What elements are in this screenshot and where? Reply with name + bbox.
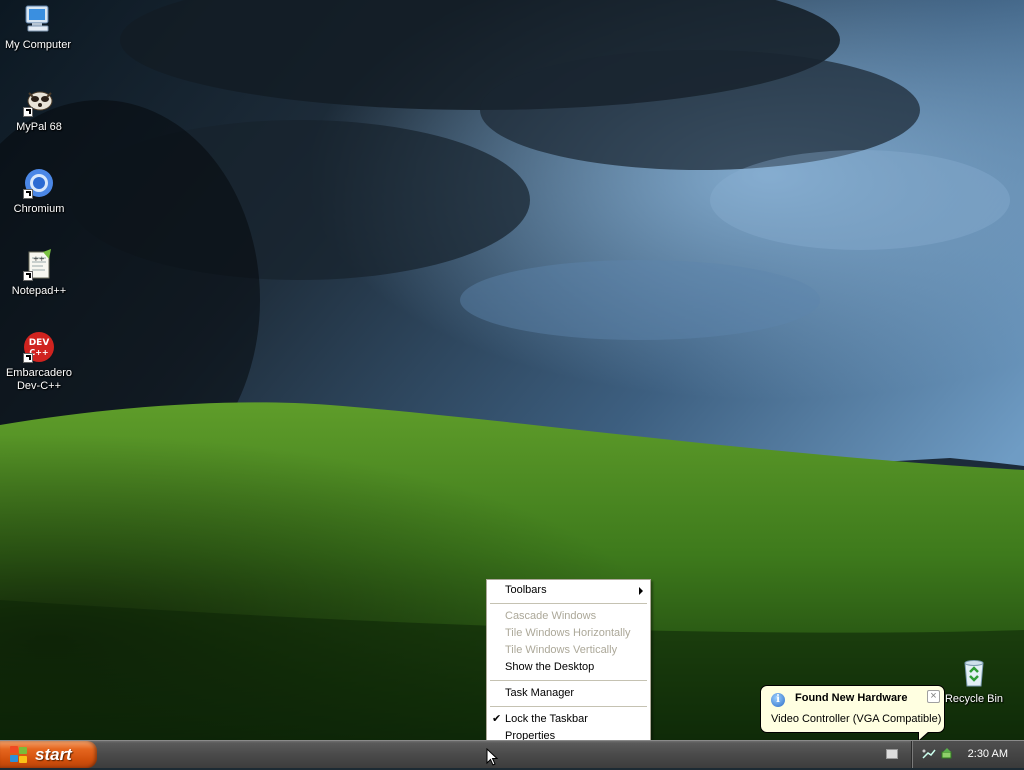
menu-item-tile-horizontally: Tile Windows Horizontally <box>487 625 650 642</box>
menu-item-label: Tile Windows Vertically <box>505 644 618 656</box>
computer-icon <box>22 3 54 35</box>
start-button[interactable]: start <box>0 741 97 768</box>
svg-text:++: ++ <box>33 255 45 263</box>
desktop-icon-label: Recycle Bin <box>944 693 1004 705</box>
mypal-icon <box>23 85 55 117</box>
notification-balloon[interactable]: i Found New Hardware Video Controller (V… <box>760 685 945 733</box>
shortcut-arrow-icon <box>23 353 33 363</box>
balloon-title: Found New Hardware <box>795 692 908 704</box>
shortcut-arrow-icon <box>23 107 33 117</box>
info-icon: i <box>771 693 785 707</box>
menu-item-lock-taskbar[interactable]: ✔ Lock the Taskbar <box>487 711 650 728</box>
submenu-arrow-icon <box>639 587 643 595</box>
desktop-icon-notepad-plus-plus[interactable]: ++ Notepad++ <box>1 249 77 298</box>
safely-remove-icon[interactable] <box>940 747 954 761</box>
balloon-body: Video Controller (VGA Compatible) <box>771 713 942 725</box>
shortcut-arrow-icon <box>23 271 33 281</box>
menu-item-toolbars[interactable]: Toolbars <box>487 582 650 599</box>
shortcut-arrow-icon <box>23 189 33 199</box>
desktop-icon-mypal[interactable]: MyPal 68 <box>1 85 77 134</box>
taskbar-context-menu: Toolbars Cascade Windows Tile Windows Ho… <box>486 579 651 748</box>
menu-item-label: Show the Desktop <box>505 661 595 673</box>
menu-item-label: Tile Windows Horizontally <box>505 627 631 639</box>
balloon-tail-fill <box>919 731 929 740</box>
start-button-label: start <box>35 744 72 764</box>
menu-item-label: Cascade Windows <box>505 610 597 622</box>
windows-logo-icon <box>10 745 30 764</box>
menu-item-label: Task Manager <box>505 687 575 699</box>
menu-separator <box>490 680 647 681</box>
desktop-icon-label: My Computer <box>4 39 72 51</box>
desktop-icon-recycle-bin[interactable]: Recycle Bin <box>936 657 1012 706</box>
clock[interactable]: 2:30 AM <box>968 748 1008 760</box>
menu-item-cascade-windows: Cascade Windows <box>487 608 650 625</box>
desktop-icon-label: Embarcadero Dev-C++ <box>5 367 73 392</box>
notepad-plus-plus-icon: ++ <box>23 249 55 281</box>
menu-item-label: Lock the Taskbar <box>505 713 588 725</box>
desktop-icon-dev-cpp[interactable]: DEV C++ Embarcadero Dev-C++ <box>1 331 77 393</box>
menu-item-show-desktop[interactable]: Show the Desktop <box>487 659 650 676</box>
balloon-close-button[interactable]: × <box>927 690 940 703</box>
desktop-icon-label: MyPal 68 <box>16 121 62 133</box>
menu-separator <box>490 603 647 604</box>
recycle-bin-icon <box>958 657 990 689</box>
system-tray: 2:30 AM <box>886 741 1024 768</box>
menu-item-task-manager[interactable]: Task Manager <box>487 685 650 702</box>
chromium-icon <box>23 167 55 199</box>
menu-item-tile-vertically: Tile Windows Vertically <box>487 642 650 659</box>
mouse-cursor-icon <box>486 747 499 767</box>
dev-cpp-icon: DEV C++ <box>23 331 55 363</box>
taskbar[interactable]: start 2:30 AM <box>0 740 1024 768</box>
menu-separator <box>490 706 647 707</box>
network-icon[interactable] <box>922 748 936 760</box>
desktop-icon-label: Notepad++ <box>11 285 67 297</box>
dev-cpp-icon-text: DEV <box>29 338 50 348</box>
desktop-icon-chromium[interactable]: Chromium <box>1 167 77 216</box>
desktop-icon-my-computer[interactable]: My Computer <box>0 3 76 52</box>
desktop-icon-label: Chromium <box>13 203 65 215</box>
keyboard-icon[interactable] <box>886 749 898 759</box>
checkmark-icon: ✔ <box>492 713 502 725</box>
menu-item-label: Toolbars <box>505 584 547 596</box>
